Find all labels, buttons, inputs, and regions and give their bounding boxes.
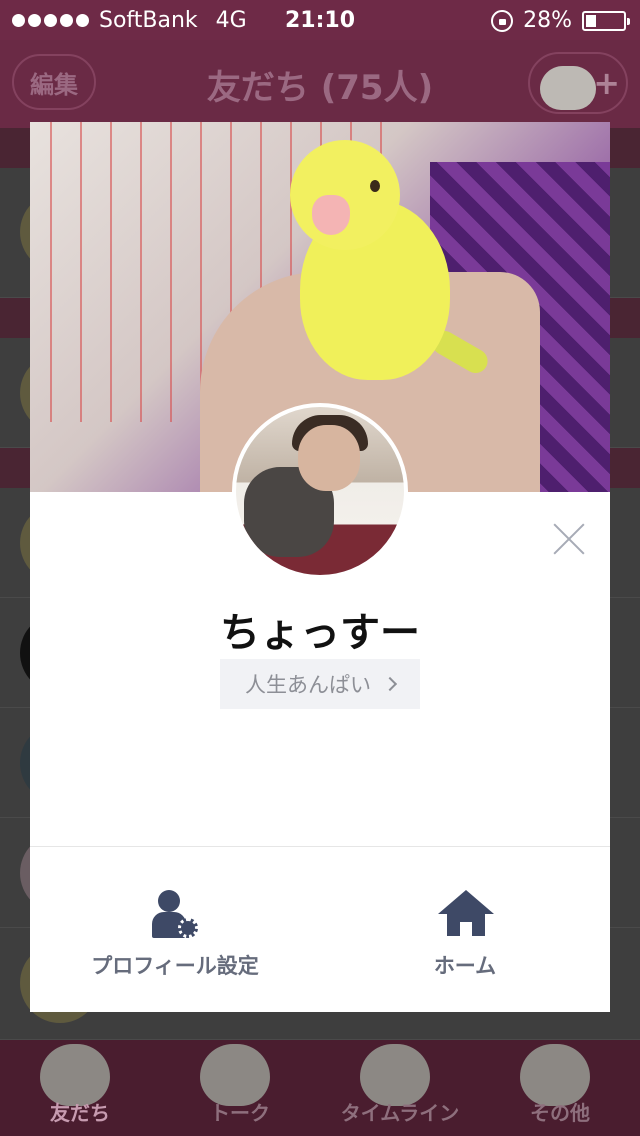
home-icon [438, 890, 494, 938]
profile-name: ちょっすー [220, 610, 420, 656]
home-button[interactable]: ホーム [320, 882, 610, 992]
battery-icon [582, 10, 630, 31]
tab-talk[interactable]: トーク [160, 1040, 320, 1136]
nav-bar: 編集 友だち (75人) + [0, 40, 640, 128]
status-bar: SoftBank 4G 21:10 28% [0, 0, 640, 40]
profile-avatar[interactable] [232, 403, 408, 579]
plus-icon: + [593, 64, 620, 102]
tab-label: その他 [530, 1101, 590, 1125]
tab-friends[interactable]: 友だち [0, 1040, 160, 1136]
profile-settings-button[interactable]: プロフィール設定 [30, 882, 320, 992]
tab-more[interactable]: その他 [480, 1040, 640, 1136]
profile-settings-icon [148, 890, 202, 944]
parakeet-illustration [280, 140, 492, 390]
status-message: 人生あんぱい [245, 673, 371, 697]
bunny-icon [540, 66, 596, 110]
tab-timeline[interactable]: タイムライン [320, 1040, 480, 1136]
tab-bar: 友だち トーク タイムライン その他 [0, 1040, 640, 1136]
divider [30, 846, 610, 847]
profile-settings-label: プロフィール設定 [91, 954, 259, 978]
tab-label: タイムライン [340, 1101, 460, 1125]
battery-percent: 28% [523, 8, 572, 33]
status-message-button[interactable]: 人生あんぱい [220, 659, 420, 709]
profile-card: ちょっすー 人生あんぱい プロフィール設定 ホーム [30, 122, 610, 1012]
close-icon[interactable] [552, 522, 586, 556]
rotation-lock-icon [491, 9, 514, 32]
tab-label: 友だち [50, 1101, 110, 1125]
home-label: ホーム [433, 954, 497, 978]
chevron-right-icon [382, 676, 398, 692]
tab-label: トーク [210, 1101, 270, 1125]
add-friend-button[interactable]: + [528, 52, 628, 114]
